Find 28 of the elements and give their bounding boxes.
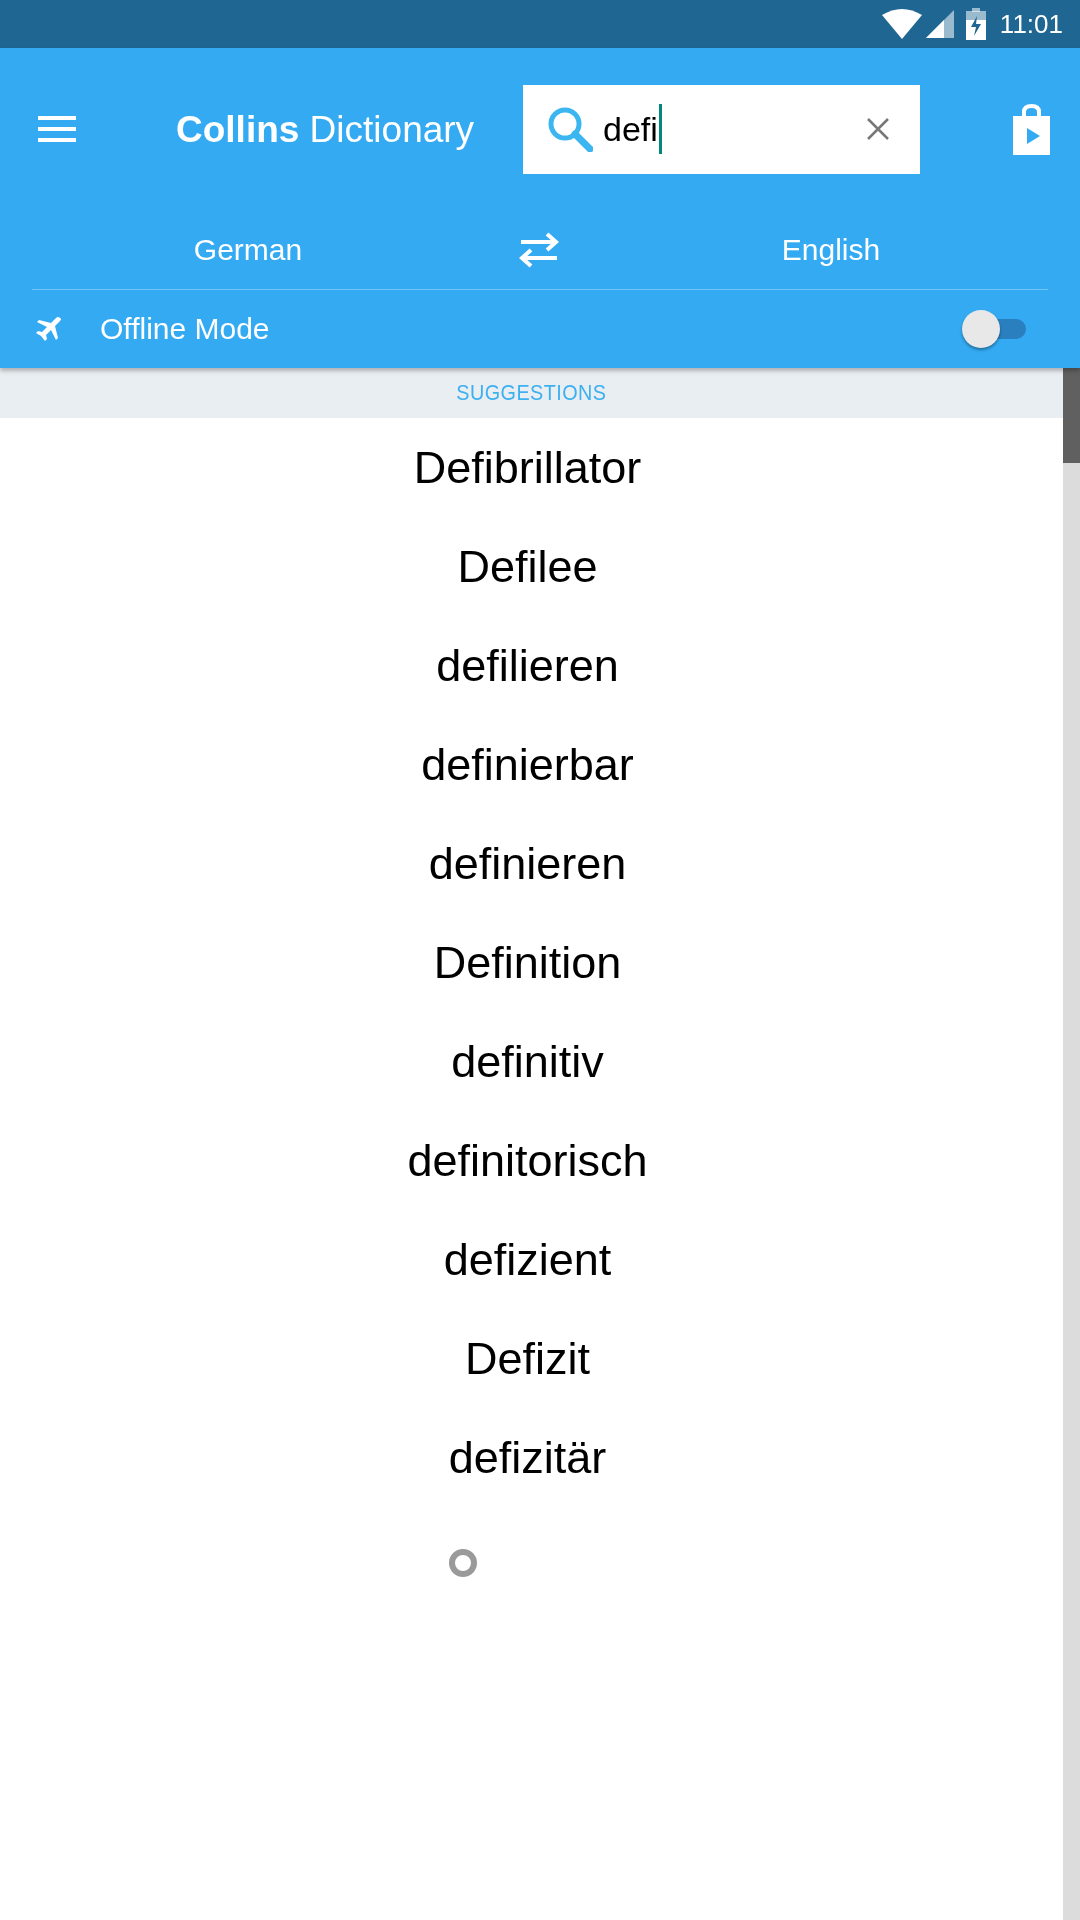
battery-charging-icon [965, 8, 986, 40]
shopping-bag-icon[interactable] [1013, 103, 1050, 155]
offline-mode-label: Offline Mode [100, 314, 270, 344]
suggestion-item[interactable]: definieren [428, 841, 627, 886]
status-time: 11:01 [999, 11, 1063, 37]
suggestion-item[interactable]: defilieren [436, 643, 619, 688]
scrollbar-thumb[interactable] [1063, 368, 1080, 463]
app-title: Collins Dictionary [176, 110, 475, 148]
suggestion-item[interactable]: defizient [443, 1237, 612, 1282]
wifi-icon [881, 9, 922, 39]
suggestion-item[interactable]: definierbar [421, 742, 634, 787]
cell-signal-icon [925, 10, 954, 38]
suggestion-item[interactable]: Definition [433, 940, 622, 985]
search-text: defi [603, 112, 658, 146]
swap-icon[interactable] [519, 231, 559, 268]
suggestion-item[interactable]: defizitär [448, 1435, 607, 1480]
suggestions-heading: SUGGESTIONS [456, 382, 607, 404]
offline-mode-toggle[interactable] [962, 310, 1026, 348]
suggestion-item[interactable]: definitorisch [407, 1138, 648, 1183]
search-icon [547, 106, 593, 152]
clear-icon[interactable] [866, 117, 890, 141]
airplane-icon [36, 316, 62, 342]
suggestion-item[interactable]: definitiv [451, 1039, 604, 1084]
menu-icon[interactable] [38, 116, 76, 142]
search-field[interactable]: defi [523, 84, 920, 174]
suggestion-item[interactable]: Defizit [465, 1336, 590, 1381]
suggestion-item[interactable]: Defibrillator [413, 445, 642, 490]
suggestion-item[interactable]: Defilee [457, 544, 598, 589]
